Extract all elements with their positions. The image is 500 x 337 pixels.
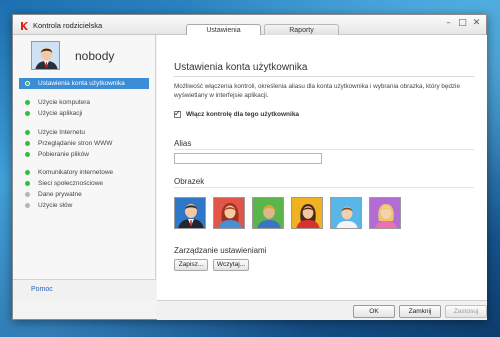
manage-settings-label: Zarządzanie ustawieniami	[174, 246, 267, 255]
boy-blue-shirt-icon	[253, 198, 283, 228]
avatar-option-woman-redhead[interactable]	[213, 197, 245, 229]
girl-red-shirt-icon	[292, 198, 322, 228]
divider	[174, 187, 474, 188]
sidebar-item-label: Użycie Internetu	[38, 129, 85, 136]
window-title: Kontrola rodzicielska	[33, 21, 103, 30]
help-link[interactable]: Pomoc	[31, 286, 53, 293]
sidebar-item-computer-use[interactable]: Użycie komputera	[19, 97, 149, 108]
avatar-option-girl-pink[interactable]	[369, 197, 401, 229]
avatar-option-man-suit[interactable]	[174, 197, 206, 229]
sidebar-item-internet-use[interactable]: Użycie Internetu	[19, 127, 149, 138]
sidebar-item-social-networks[interactable]: Sieci społecznościowe	[19, 178, 149, 189]
ok-button[interactable]: OK	[353, 305, 395, 318]
sidebar-item-label: Ustawienia konta użytkownika	[38, 80, 125, 87]
page-title: Ustawienia konta użytkownika	[174, 62, 308, 73]
avatar-picker	[174, 197, 401, 229]
status-dot-icon	[25, 152, 30, 157]
sidebar-item-label: Przeglądanie stron WWW	[38, 140, 113, 147]
status-dot-icon	[25, 203, 30, 208]
avatar-option-girl-red-shirt[interactable]	[291, 197, 323, 229]
close-dialog-button[interactable]: Zamknij	[399, 305, 441, 318]
window-controls: – □ ✕	[443, 18, 482, 28]
sidebar-item-label: Użycie słów	[38, 202, 73, 209]
app-window: Kontrola rodzicielska – □ ✕ Ustawienia R…	[12, 14, 487, 320]
status-dot-icon	[25, 192, 30, 197]
close-button[interactable]: ✕	[471, 18, 482, 28]
man-suit-icon	[175, 198, 205, 228]
woman-redhead-icon	[214, 198, 244, 228]
sidebar-item-label: Pobieranie plików	[38, 151, 89, 158]
apply-button[interactable]: Zastosuj	[445, 305, 487, 318]
page-description: Możliwość włączenia kontroli, określenia…	[174, 83, 460, 99]
sidebar-item-file-downloads[interactable]: Pobieranie plików	[19, 149, 149, 160]
avatar-option-child-white-shirt[interactable]	[330, 197, 362, 229]
dialog-footer: OK Zamknij Zastosuj	[157, 300, 487, 320]
user-name: nobody	[75, 49, 115, 63]
sidebar-footer: Pomoc	[13, 279, 156, 300]
sidebar-item-label: Dane prywatne	[38, 191, 82, 198]
save-settings-button[interactable]: Zapisz...	[174, 259, 208, 271]
sidebar-item-private-data[interactable]: Dane prywatne	[19, 189, 149, 200]
divider	[174, 149, 474, 150]
main-content: Ustawienia konta użytkownika Możliwość w…	[157, 35, 487, 300]
user-avatar	[31, 41, 60, 70]
sidebar: nobody Ustawienia konta użytkownika Użyc…	[13, 35, 156, 300]
status-dot-icon	[25, 100, 30, 105]
sidebar-item-label: Użycie komputera	[38, 99, 91, 106]
status-dot-icon	[25, 170, 30, 175]
load-settings-button[interactable]: Wczytaj...	[213, 259, 249, 271]
status-dot-icon	[25, 181, 30, 186]
status-dot-icon	[25, 141, 30, 146]
sidebar-item-label: Sieci społecznościowe	[38, 180, 104, 187]
maximize-button[interactable]: □	[457, 18, 468, 28]
enable-control-row[interactable]: ✓ Włącz kontrolę dla tego użytkownika	[174, 109, 300, 118]
user-avatar-image	[32, 42, 59, 69]
sidebar-item-instant-messengers[interactable]: Komunikatory internetowe	[19, 167, 149, 178]
kaspersky-k-icon	[21, 22, 28, 30]
enable-control-checkbox[interactable]: ✓	[174, 109, 181, 118]
divider	[174, 76, 474, 77]
sidebar-item-account-settings[interactable]: Ustawienia konta użytkownika	[19, 78, 149, 89]
minimize-button[interactable]: –	[443, 18, 454, 28]
child-white-shirt-icon	[331, 198, 361, 228]
sidebar-item-label: Użycie aplikacji	[38, 110, 83, 117]
sidebar-item-web-browsing[interactable]: Przeglądanie stron WWW	[19, 138, 149, 149]
alias-input[interactable]	[174, 153, 322, 164]
alias-label: Alias	[174, 139, 192, 148]
sidebar-item-word-use[interactable]: Użycie słów	[19, 200, 149, 211]
status-dot-icon	[25, 81, 30, 86]
status-dot-icon	[25, 130, 30, 135]
title-bar: Kontrola rodzicielska – □ ✕ Ustawienia R…	[13, 15, 486, 37]
status-dot-icon	[25, 111, 30, 116]
sidebar-item-app-use[interactable]: Użycie aplikacji	[19, 108, 149, 119]
checkmark-icon: ✓	[174, 109, 181, 118]
girl-pink-icon	[370, 198, 400, 228]
enable-control-label: Włącz kontrolę dla tego użytkownika	[186, 111, 300, 118]
sidebar-item-label: Komunikatory internetowe	[38, 169, 114, 176]
image-label: Obrazek	[174, 177, 205, 186]
avatar-option-boy-blue-shirt[interactable]	[252, 197, 284, 229]
